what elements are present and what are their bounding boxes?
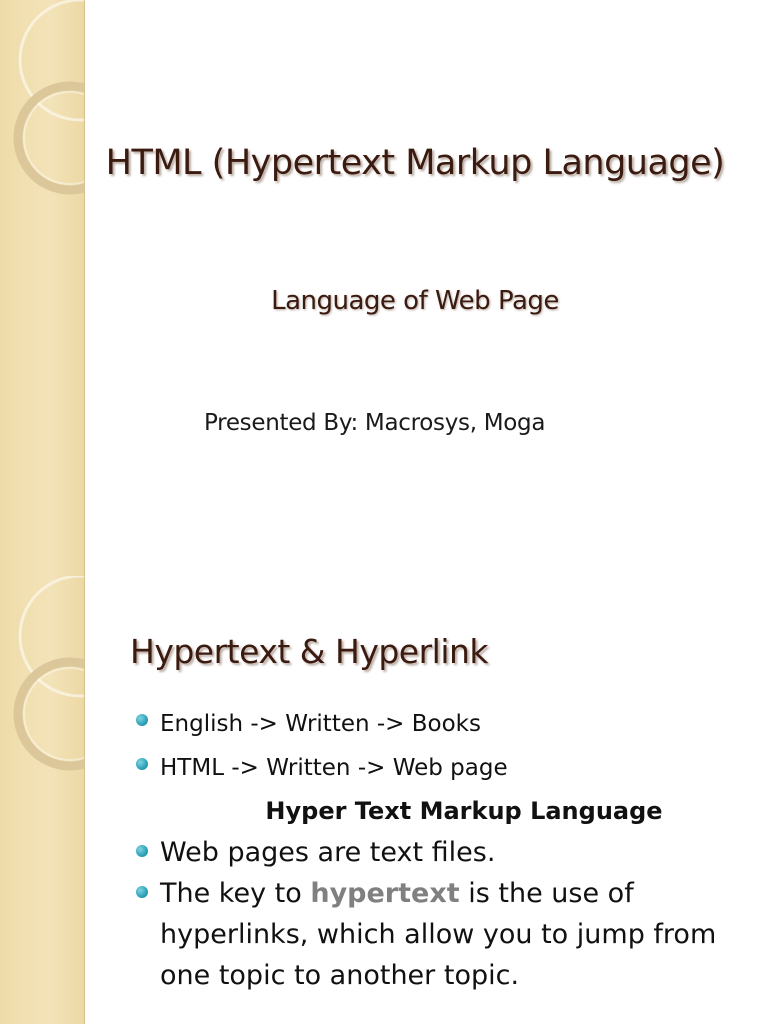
bullet-icon bbox=[136, 714, 148, 726]
list-item: English -> Written -> Books bbox=[134, 702, 754, 746]
list-item-text: HTML -> Written -> Web page bbox=[160, 755, 508, 781]
list-item: The key to hypertext is the use of hyper… bbox=[134, 873, 754, 996]
expansion-text: Hyper Text Markup Language bbox=[265, 797, 663, 825]
highlight-text: hypertext bbox=[310, 878, 460, 909]
circle-ornament-icon bbox=[13, 576, 84, 771]
slide-title: HTML (Hypertext Markup Language) bbox=[105, 143, 725, 183]
circle-ornament-icon bbox=[13, 0, 84, 195]
decorative-sidebar bbox=[0, 576, 85, 1024]
list-item-text: English -> Written -> Books bbox=[160, 711, 481, 737]
slide-1: HTML (Hypertext Markup Language) Languag… bbox=[0, 0, 768, 576]
bullet-icon bbox=[136, 886, 148, 898]
slide-2: Hypertext & Hyperlink English -> Written… bbox=[0, 576, 768, 1024]
list-item: HTML -> Written -> Web page bbox=[134, 746, 754, 790]
presenter-text: Presented By: Macrosys, Moga bbox=[204, 410, 546, 436]
slide-subtitle: Language of Web Page bbox=[271, 286, 559, 316]
list-item-text-pre: The key to bbox=[160, 878, 311, 909]
bullet-list: English -> Written -> Books HTML -> Writ… bbox=[134, 702, 754, 996]
list-item-text: Web pages are text files. bbox=[160, 837, 496, 868]
list-item: Web pages are text files. bbox=[134, 832, 754, 873]
bullet-icon bbox=[136, 758, 148, 770]
decorative-sidebar bbox=[0, 0, 85, 576]
slide-title: Hypertext & Hyperlink bbox=[130, 632, 489, 671]
bullet-icon bbox=[136, 845, 148, 857]
